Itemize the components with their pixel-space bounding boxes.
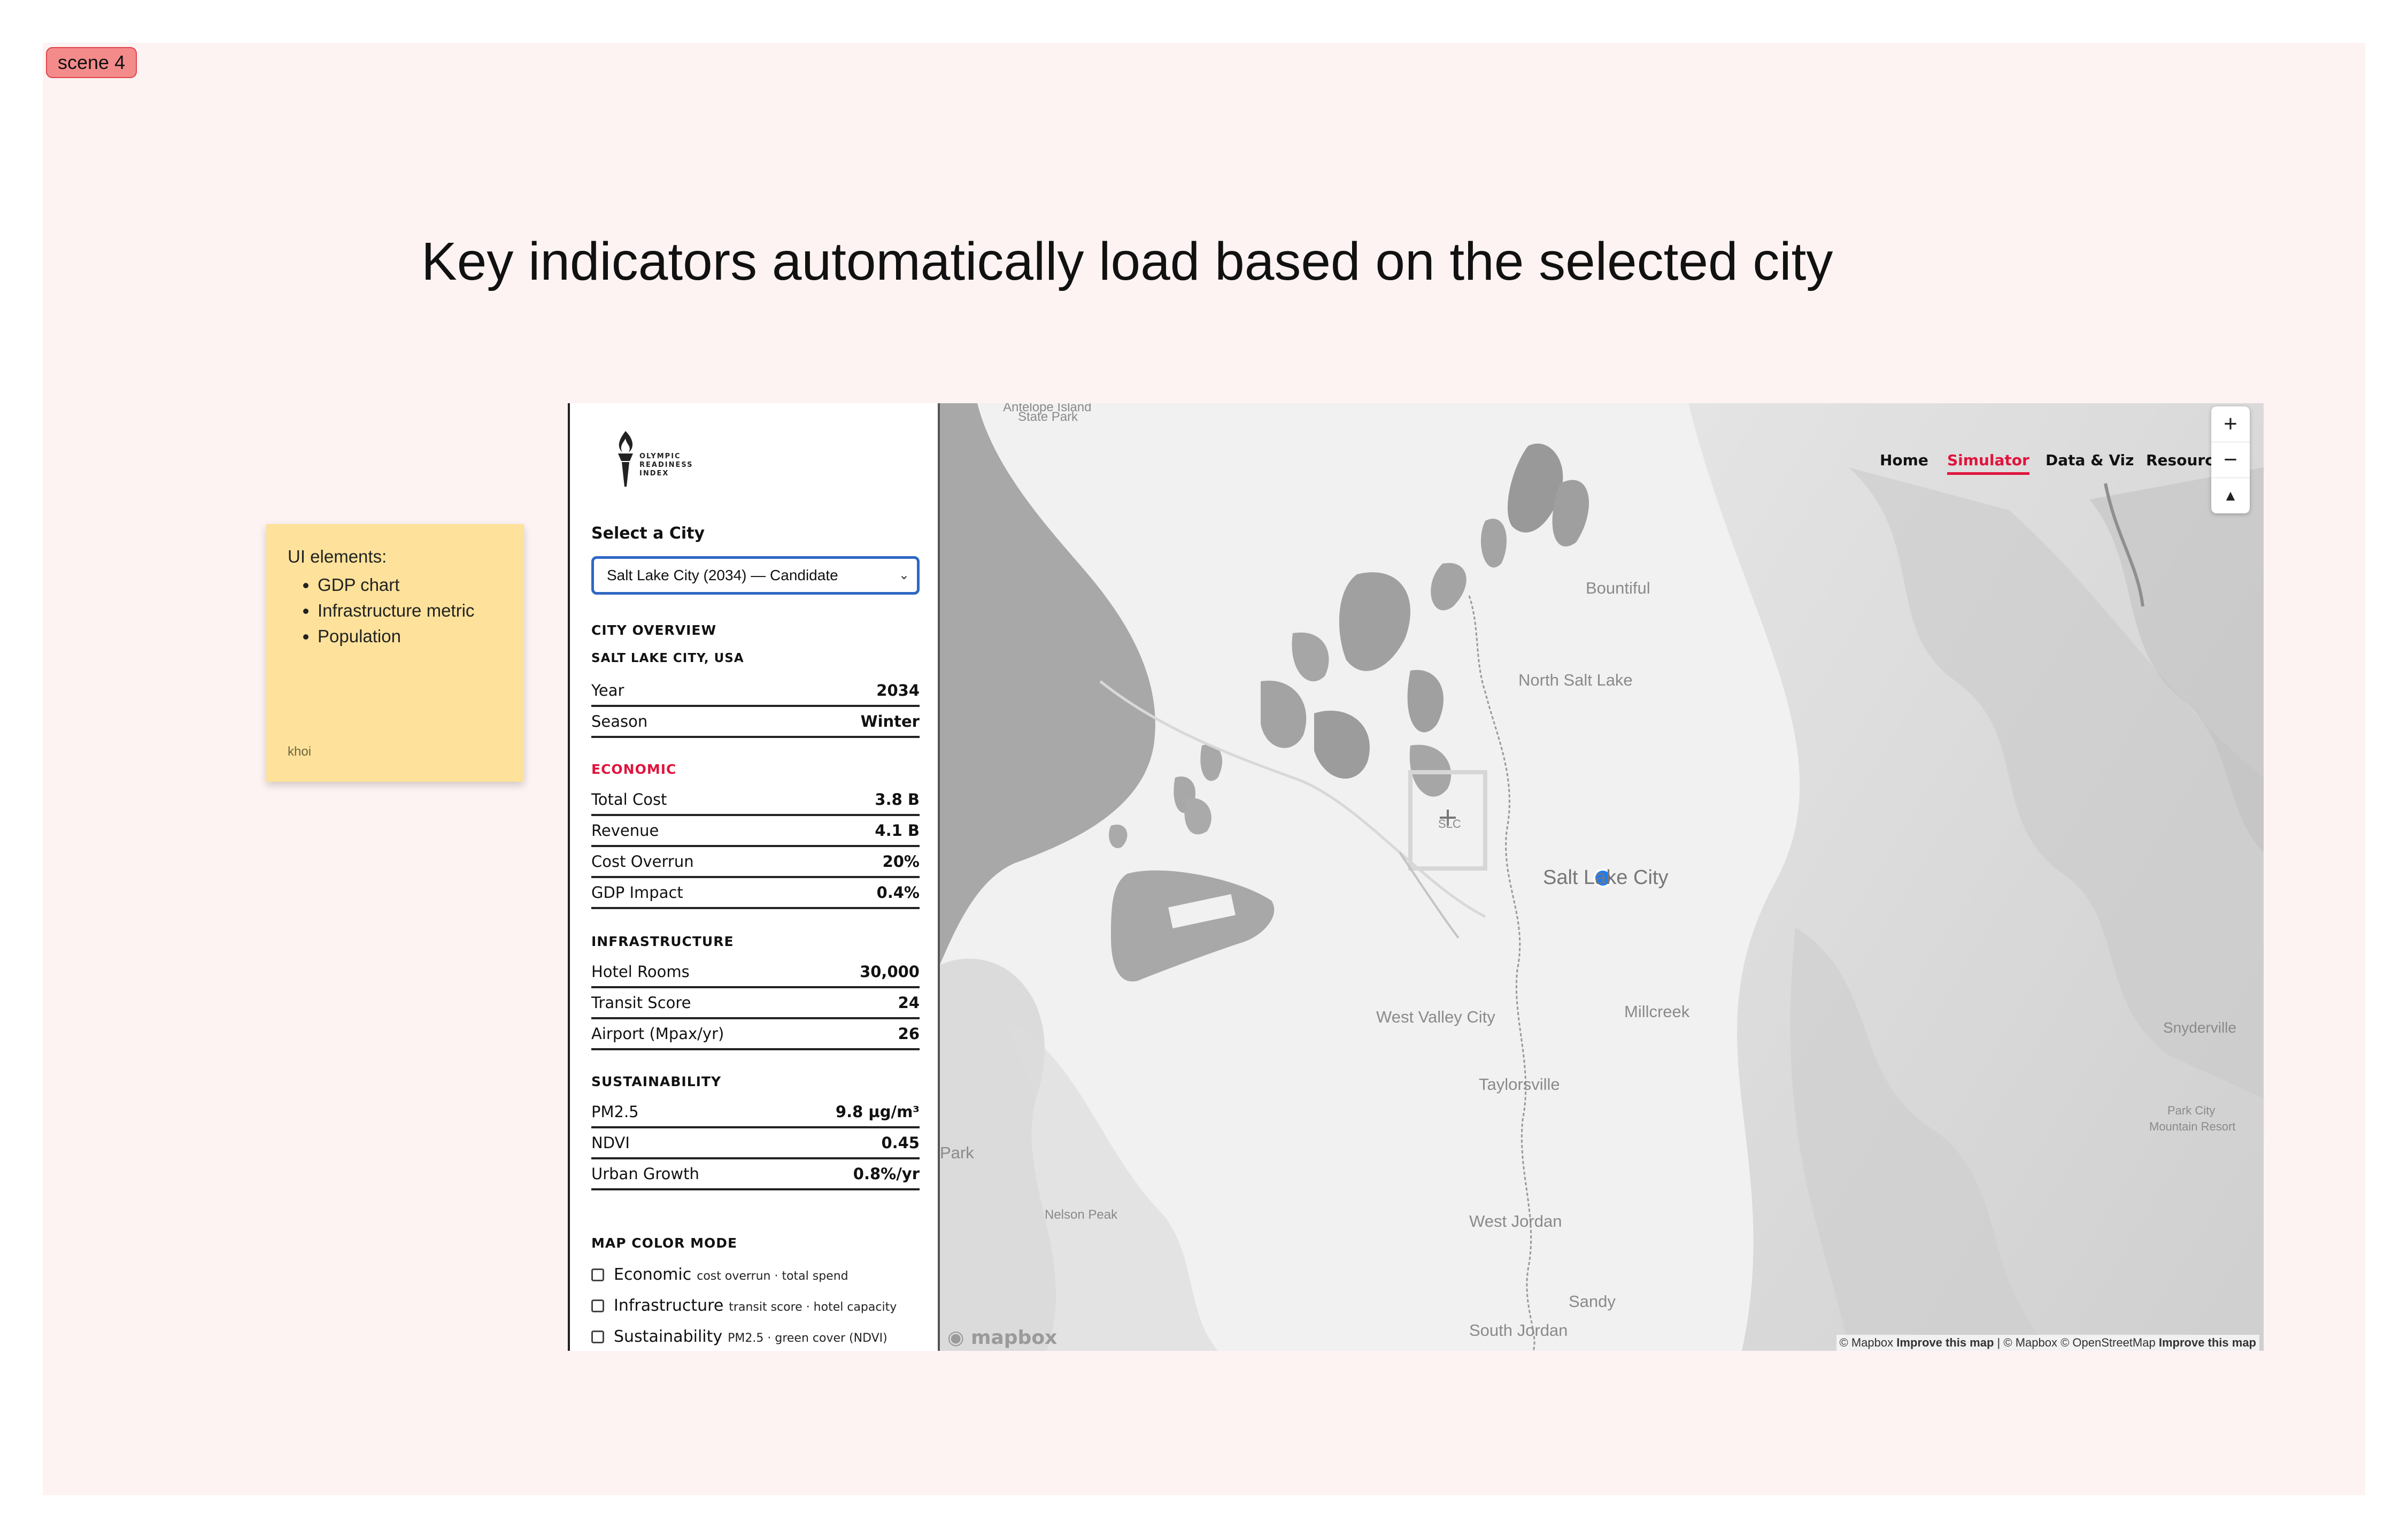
scene-tag: scene 4	[46, 47, 137, 78]
metric-row: Total Cost 3.8 B	[591, 785, 920, 816]
map-label: West Valley City	[1376, 1008, 1495, 1026]
map-label: Park City	[2167, 1104, 2216, 1117]
city-overview-title: CITY OVERVIEW	[591, 622, 717, 638]
torch-icon	[618, 431, 633, 487]
app-screenshot: OLYMPIC READINESS INDEX Select a City Sa…	[568, 403, 2264, 1351]
metric-row: Urban Growth 0.8%/yr	[591, 1159, 920, 1190]
improve-map-link[interactable]: Improve this map	[1896, 1336, 1994, 1349]
map-label: Snyderville	[2163, 1019, 2236, 1036]
logo-text: OLYMPIC READINESS INDEX	[639, 452, 693, 478]
map-attribution: © Mapbox Improve this map | © Mapbox © O…	[1836, 1335, 2259, 1351]
olympic-readiness-logo[interactable]: OLYMPIC READINESS INDEX	[614, 431, 692, 489]
economic-title: ECONOMIC	[591, 762, 677, 777]
zoom-in-button[interactable]: +	[2211, 406, 2250, 442]
map-label: Mountain Resort	[2149, 1120, 2236, 1133]
metric-row: Year 2034	[591, 676, 920, 707]
sticky-item: Infrastructure metric	[318, 598, 474, 624]
map-label: Nelson Peak	[1045, 1208, 1118, 1222]
metric-row: Hotel Rooms 30,000	[591, 957, 920, 988]
map-label: Millcreek	[1624, 1002, 1690, 1021]
map-label: SLC	[1438, 817, 1461, 830]
map-view[interactable]: Antelope Island State Park Bountiful Nor…	[940, 403, 2264, 1351]
checkbox[interactable]	[591, 1331, 604, 1343]
nav-data-viz[interactable]: Data & Viz	[2046, 451, 2134, 469]
chevron-down-icon: ⌄	[898, 568, 909, 582]
select-city-label: Select a City	[591, 524, 705, 543]
sticky-author: khoi	[288, 744, 312, 759]
sidebar: OLYMPIC READINESS INDEX Select a City Sa…	[568, 403, 940, 1351]
metric-row: Season Winter	[591, 707, 920, 738]
metric-row: GDP Impact 0.4%	[591, 878, 920, 909]
infrastructure-title: INFRASTRUCTURE	[591, 934, 734, 949]
sticky-title: UI elements:	[288, 547, 387, 566]
city-select[interactable]: Salt Lake City (2034) — Candidate ⌄	[591, 556, 920, 595]
map-label: State Park	[1018, 410, 1078, 424]
zoom-control: + − ▲	[2211, 406, 2250, 513]
map-label: Sandy	[1569, 1292, 1616, 1311]
checkbox[interactable]	[591, 1299, 604, 1312]
nav-home[interactable]: Home	[1880, 451, 1928, 469]
sticky-list: GDP chart Infrastructure metric Populati…	[288, 572, 474, 649]
nav-simulator[interactable]: Simulator	[1947, 451, 2029, 475]
metric-row: Airport (Mpax/yr) 26	[591, 1019, 920, 1050]
metric-row: Revenue 4.1 B	[591, 816, 920, 847]
zoom-out-button[interactable]: −	[2211, 442, 2250, 478]
map-label: North Salt Lake	[1518, 671, 1633, 689]
map-label: South Jordan	[1469, 1321, 1568, 1340]
improve-map-link[interactable]: Improve this map	[2159, 1336, 2256, 1349]
page-heading: Key indicators automatically load based …	[421, 232, 1833, 291]
map-color-mode-title: MAP COLOR MODE	[591, 1235, 738, 1251]
city-label: Salt Lake City	[1543, 866, 1669, 889]
sticky-item: GDP chart	[318, 572, 474, 598]
sustainability-title: SUSTAINABILITY	[591, 1074, 722, 1089]
city-select-value: Salt Lake City (2034) — Candidate	[607, 567, 838, 583]
map-label: West Jordan	[1469, 1212, 1562, 1231]
metric-row: PM2.5 9.8 µg/m³	[591, 1097, 920, 1128]
mapbox-mark-icon: ◉	[947, 1327, 964, 1349]
city-name: SALT LAKE CITY, USA	[591, 651, 744, 665]
map-label: Park	[940, 1143, 974, 1162]
metric-row: Cost Overrun 20%	[591, 847, 920, 878]
metric-row: NDVI 0.45	[591, 1128, 920, 1159]
sticky-item: Population	[318, 624, 474, 649]
map-label: Bountiful	[1586, 579, 1650, 597]
mapbox-logo[interactable]: ◉ mapbox	[947, 1327, 1057, 1349]
checkbox[interactable]	[591, 1268, 604, 1281]
sticky-note[interactable]: UI elements: GDP chart Infrastructure me…	[266, 524, 524, 782]
compass-icon[interactable]: ▲	[2211, 478, 2250, 513]
metric-row: Transit Score 24	[591, 988, 920, 1019]
map-label: Taylorsville	[1479, 1075, 1560, 1094]
